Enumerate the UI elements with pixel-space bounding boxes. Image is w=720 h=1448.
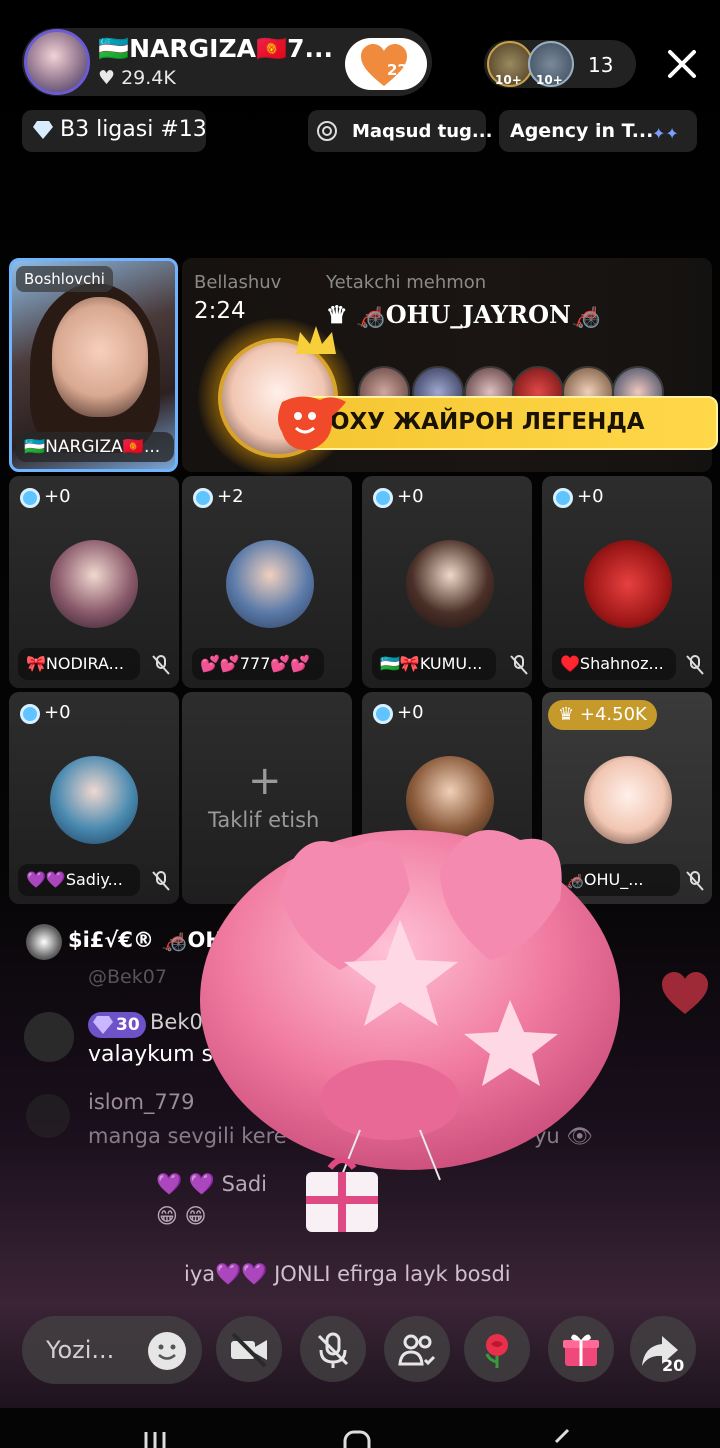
back-icon[interactable]	[548, 1426, 578, 1448]
points-icon	[20, 704, 40, 724]
battle-label: Bellashuv	[194, 272, 282, 293]
mic-off-icon	[317, 1332, 349, 1368]
crown-icon	[296, 326, 336, 354]
recent-apps-icon[interactable]	[140, 1426, 170, 1448]
guest-name: ♥️Shahnoz...	[552, 648, 676, 680]
leader-name: ♛ 🦽OHU_JAYRON🦽	[326, 300, 601, 329]
viewer-badge: 10+	[495, 73, 522, 87]
target-icon	[317, 121, 337, 141]
mascot-icon	[278, 396, 346, 451]
mic-muted-icon	[152, 655, 170, 675]
guest-points: +0	[44, 702, 71, 723]
host-likes: ♥ 29.4K	[98, 67, 176, 89]
guest-avatar[interactable]	[50, 756, 138, 844]
guest-avatar[interactable]	[226, 540, 314, 628]
guest-avatar[interactable]	[50, 540, 138, 628]
heart-count: 22	[387, 61, 408, 79]
points-icon	[20, 488, 40, 508]
heart-balloon-gift-animation	[200, 830, 620, 1232]
gift-icon	[563, 1334, 599, 1366]
mic-muted-icon	[686, 655, 704, 675]
share-count: 20	[662, 1356, 685, 1375]
chat-avatar[interactable]	[24, 1012, 74, 1062]
users-icon	[398, 1334, 436, 1366]
guest-points: +0	[397, 486, 424, 507]
guest-points: +0	[397, 702, 424, 723]
guest-points: +2	[217, 486, 244, 507]
host-face	[52, 297, 148, 417]
chat-avatar[interactable]	[26, 1094, 70, 1138]
battle-timer: 2:24	[194, 298, 246, 324]
camera-off-icon	[231, 1332, 267, 1368]
mic-muted-icon	[686, 871, 704, 891]
guest-avatar[interactable]	[406, 540, 494, 628]
points-icon	[193, 488, 213, 508]
diamond-icon	[93, 1016, 113, 1034]
add-guest-icon: +	[248, 758, 282, 804]
like-event-message: iya💜💜 JONLI efirga layk bosdi	[184, 1262, 511, 1286]
host-avatar[interactable]	[24, 29, 90, 95]
diamond-icon	[33, 121, 53, 139]
rose-icon	[485, 1334, 508, 1368]
top-viewer-avatar[interactable]: 10+	[487, 41, 533, 87]
chat-username[interactable]: islom_779	[88, 1090, 195, 1114]
goal-label: Maqsud tug...	[352, 121, 493, 142]
agency-label: Agency in T...	[510, 120, 654, 142]
host-role-tag: Boshlovchi	[16, 266, 113, 292]
top-viewer-avatar[interactable]: 10+	[528, 41, 574, 87]
guest-name: 🎀NODIRA...	[18, 648, 140, 680]
viewer-badge: 10+	[536, 73, 563, 87]
points-icon	[373, 704, 393, 724]
points-icon	[553, 488, 573, 508]
comment-placeholder: Yozi...	[46, 1336, 115, 1364]
guest-points: +0	[44, 486, 71, 507]
guest-name: 🇺🇿🎀KUMU...	[372, 648, 496, 680]
faded-chat-user: @Bek07	[88, 966, 167, 988]
leader-label: Yetakchi mehmon	[326, 272, 487, 293]
emoji-icon[interactable]	[148, 1332, 186, 1370]
legend-banner-text: ОХУ ЖАЙРОН ЛЕГЕНДА	[330, 409, 645, 435]
live-room: 🇺🇿NARGIZA🇰🇬7... ♥ 29.4K 22 10+ 10+ 13 B3…	[0, 0, 720, 1448]
mic-muted-icon	[152, 871, 170, 891]
close-icon[interactable]	[664, 46, 700, 82]
mic-muted-icon	[510, 655, 528, 675]
guest-points: +0	[577, 486, 604, 507]
points-icon	[373, 488, 393, 508]
guest-name: 💜💜Sadiy...	[18, 864, 140, 896]
floating-heart-icon	[662, 972, 708, 1014]
guest-name: 💕💕777💕💕	[192, 648, 324, 680]
chat-avatar[interactable]	[26, 924, 62, 960]
viewer-count: 13	[588, 53, 614, 77]
agency-emblem-icon: ✦✦	[652, 124, 679, 143]
host-tile-name: 🇺🇿NARGIZA🇰🇬...	[16, 432, 174, 462]
host-name: 🇺🇿NARGIZA🇰🇬7...	[98, 34, 333, 63]
home-icon[interactable]	[342, 1426, 372, 1448]
guest-avatar[interactable]	[584, 540, 672, 628]
guest-points: ♛ +4.50K	[548, 700, 657, 730]
league-label: B3 ligasi #13	[60, 117, 207, 142]
